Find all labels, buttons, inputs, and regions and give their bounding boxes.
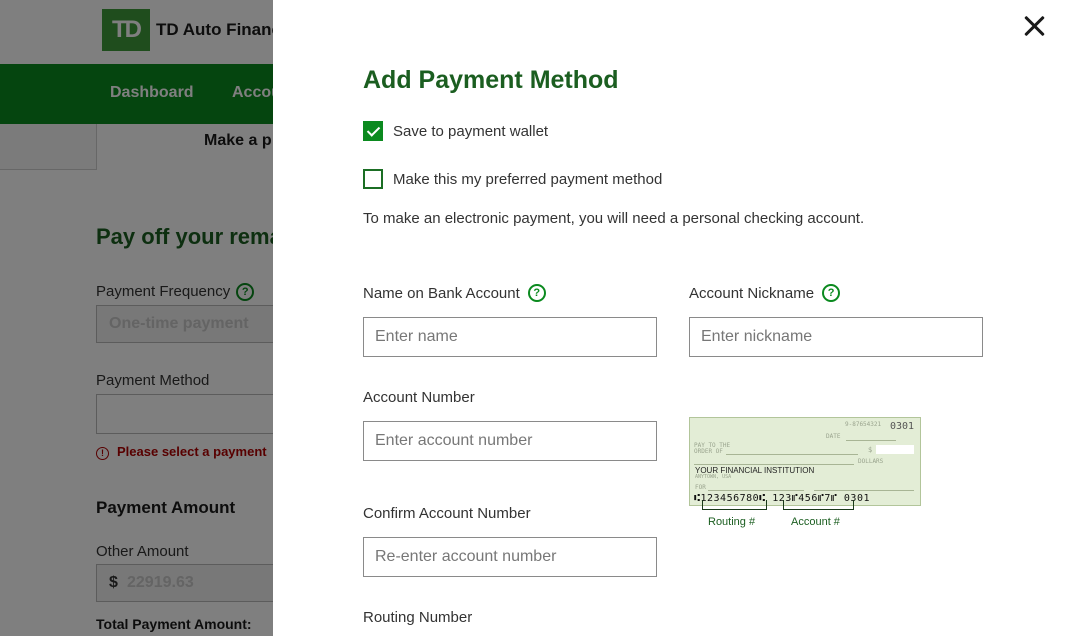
confirm-account-number-label: Confirm Account Number [363,505,531,522]
preferred-method-checkbox[interactable]: Make this my preferred payment method [363,169,662,189]
help-icon[interactable]: ? [527,284,546,302]
check-dollar-sign: $ [868,446,873,454]
routing-number-label: Routing Number [363,609,473,626]
close-icon[interactable] [1021,12,1049,40]
routing-label: Routing # [708,516,756,528]
sample-check-image: 9-87654321 0301 DATE PAY TO THE ORDER OF… [689,417,921,506]
help-icon[interactable]: ? [822,284,841,302]
check-bank-city: ANYTOWN, USA [695,474,732,480]
check-number: 0301 [890,421,915,432]
account-bracket [783,500,854,510]
checkbox-checked-icon[interactable] [363,121,383,141]
account-nickname-input[interactable] [689,317,983,357]
check-dollars-label: DOLLARS [858,458,884,465]
account-nickname-label: Account Nickname? [689,284,841,302]
routing-bracket [702,500,767,510]
name-on-account-label: Name on Bank Account? [363,284,546,302]
name-on-account-input[interactable] [363,317,657,357]
checkbox-unchecked-icon[interactable] [363,169,383,189]
checking-account-info: To make an electronic payment, you will … [363,210,865,227]
preferred-method-label: Make this my preferred payment method [393,170,663,188]
account-number-input[interactable] [363,421,657,461]
account-label: Account # [791,516,840,528]
modal-title: Add Payment Method [363,66,619,94]
check-date-label: DATE [826,433,841,440]
save-to-wallet-checkbox[interactable]: Save to payment wallet [363,121,548,141]
check-order-of: ORDER OF [694,448,723,455]
confirm-account-number-input[interactable] [363,537,657,577]
check-fraction: 9-87654321 [845,421,882,428]
add-payment-method-modal: Add Payment Method Save to payment walle… [273,0,1069,636]
check-for-label: FOR [695,484,706,491]
account-number-label: Account Number [363,389,475,406]
save-to-wallet-label: Save to payment wallet [393,122,549,140]
